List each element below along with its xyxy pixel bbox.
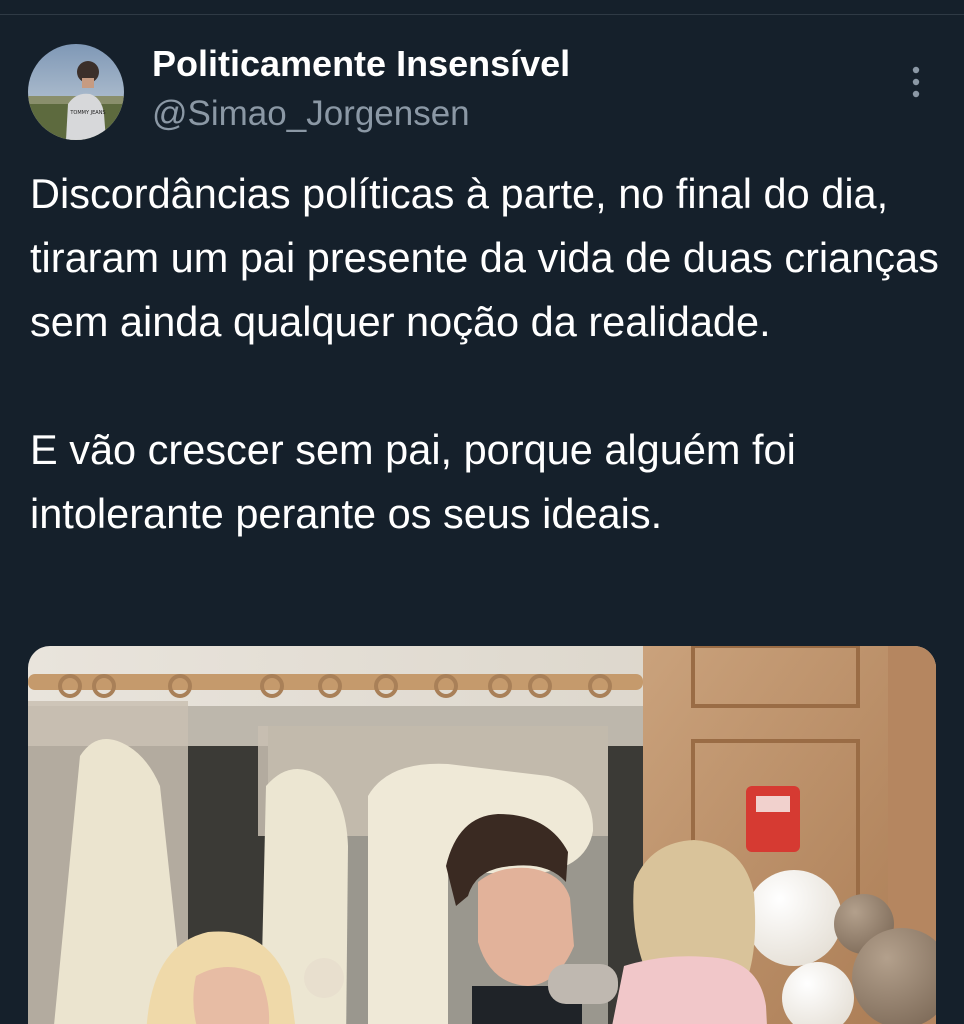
tweet-media[interactable]: [28, 646, 936, 1024]
divider: [0, 14, 964, 15]
photo-image-icon: [28, 646, 936, 1024]
more-vertical-icon: [912, 66, 920, 98]
handle[interactable]: @Simao_Jorgensen: [152, 92, 470, 136]
profile-photo-icon: TOMMY JEANS: [28, 44, 124, 140]
display-name[interactable]: Politicamente Insensível: [152, 42, 570, 86]
avatar[interactable]: TOMMY JEANS: [28, 44, 124, 140]
avatar-hoodie-text: TOMMY JEANS: [69, 110, 105, 116]
tweet-text: Discordâncias políticas à parte, no fina…: [30, 170, 939, 537]
more-button[interactable]: [894, 60, 938, 104]
tweet-card: TOMMY JEANS Politicamente Insensível @Si…: [0, 0, 964, 1024]
